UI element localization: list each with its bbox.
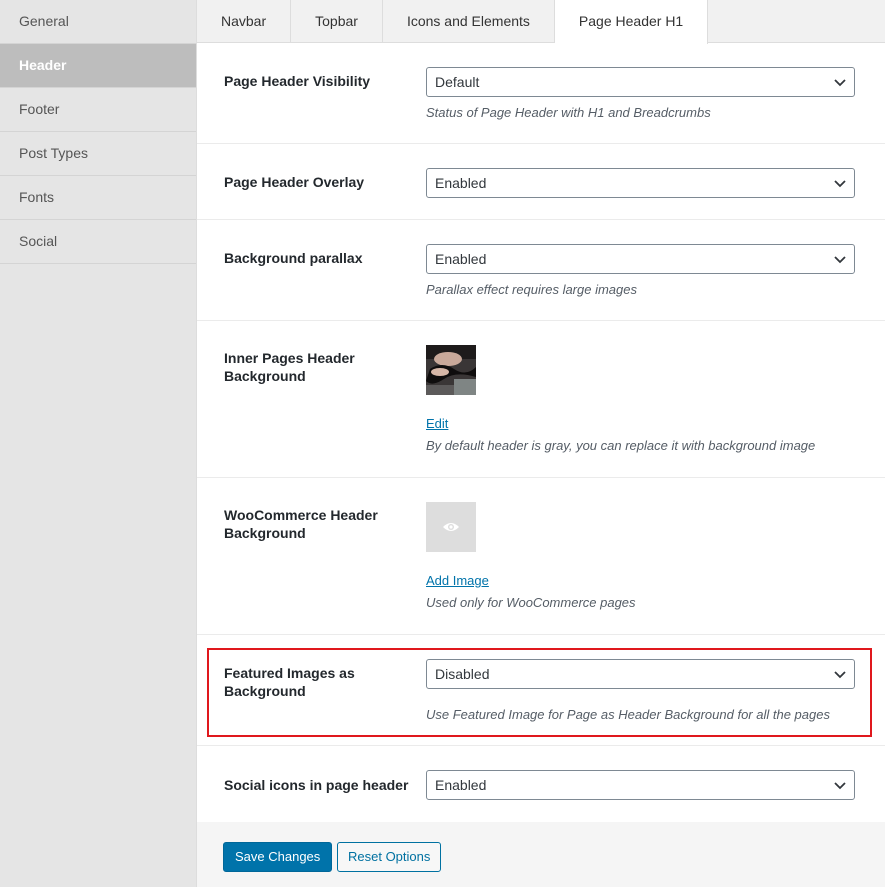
setting-description: Used only for WooCommerce pages [426, 595, 636, 610]
setting-field: Default Status of Page Header with H1 an… [426, 67, 855, 122]
setting-row-inner-bg: Inner Pages Header Background Edit By de… [197, 321, 885, 478]
chevron-down-icon [834, 79, 846, 87]
chevron-down-icon [834, 782, 846, 790]
setting-label: Inner Pages Header Background [224, 350, 355, 384]
setting-row-social-icons: Social icons in page header Enabled [197, 746, 885, 822]
tab-icons-and-elements[interactable]: Icons and Elements [383, 0, 555, 43]
social-icons-select[interactable]: Enabled [426, 770, 855, 800]
setting-field: Add Image Used only for WooCommerce page… [426, 502, 855, 612]
tab-bar: Navbar Topbar Icons and Elements Page He… [197, 0, 885, 44]
setting-label: Background parallax [224, 250, 363, 266]
setting-row-woo-bg: WooCommerce Header Background Add Image … [197, 478, 885, 635]
sidebar-item-post-types[interactable]: Post Types [0, 132, 196, 176]
chevron-down-icon [834, 671, 846, 679]
setting-label: Page Header Overlay [224, 174, 365, 190]
add-image-link[interactable]: Add Image [426, 573, 489, 588]
overlay-select[interactable]: Enabled [426, 168, 855, 198]
select-value: Enabled [435, 251, 487, 267]
options-panel: General Header Footer Post Types Fonts S… [0, 0, 885, 887]
setting-row-parallax: Background parallax Enabled Parallax eff… [197, 220, 885, 321]
save-changes-button[interactable]: Save Changes [223, 842, 333, 872]
edit-link-wrap: Edit [426, 415, 855, 431]
setting-field: Edit By default header is gray, you can … [426, 345, 855, 455]
featured-images-select[interactable]: Disabled [426, 659, 855, 689]
sidebar-item-general[interactable]: General [0, 0, 196, 44]
setting-row-overlay: Page Header Overlay Enabled [197, 144, 885, 220]
edit-image-link[interactable]: Edit [426, 416, 448, 431]
sidebar: General Header Footer Post Types Fonts S… [0, 0, 197, 887]
sidebar-item-fonts[interactable]: Fonts [0, 176, 196, 220]
setting-row-featured: Featured Images as Background Disabled U… [197, 635, 885, 746]
reset-options-button[interactable]: Reset Options [337, 842, 442, 872]
tab-navbar[interactable]: Navbar [197, 0, 292, 43]
setting-field: Enabled [426, 770, 855, 800]
main-content: Navbar Topbar Icons and Elements Page He… [197, 0, 885, 887]
setting-label: Page Header Visibility [224, 73, 371, 89]
image-placeholder[interactable] [426, 502, 476, 552]
setting-description: Parallax effect requires large images [426, 282, 637, 297]
form-actions: Save Changes Reset Options [197, 822, 885, 887]
setting-label: Social icons in page header [224, 777, 409, 793]
tab-topbar[interactable]: Topbar [291, 0, 383, 43]
setting-label: Featured Images as Background [224, 665, 355, 699]
select-value: Default [435, 74, 480, 90]
setting-field: Enabled Parallax effect requires large i… [426, 244, 855, 299]
chevron-down-icon [834, 180, 846, 188]
visibility-select[interactable]: Default [426, 67, 855, 97]
setting-label: WooCommerce Header Background [224, 507, 378, 541]
tab-page-header-h1[interactable]: Page Header H1 [554, 0, 709, 44]
chevron-down-icon [834, 256, 846, 264]
sidebar-item-social[interactable]: Social [0, 220, 196, 264]
setting-description: Use Featured Image for Page as Header Ba… [426, 707, 830, 722]
setting-description: Status of Page Header with H1 and Breadc… [426, 105, 711, 120]
add-image-link-wrap: Add Image [426, 572, 855, 588]
setting-description: By default header is gray, you can repla… [426, 438, 816, 453]
select-value: Enabled [435, 777, 487, 793]
setting-field: Enabled [426, 168, 855, 198]
parallax-select[interactable]: Enabled [426, 244, 855, 274]
header-background-thumbnail[interactable] [426, 345, 476, 395]
setting-row-visibility: Page Header Visibility Default Status of… [197, 44, 885, 144]
sidebar-item-header[interactable]: Header [0, 44, 196, 88]
sidebar-item-footer[interactable]: Footer [0, 88, 196, 132]
setting-field: Disabled Use Featured Image for Page as … [426, 659, 855, 724]
select-value: Disabled [435, 666, 490, 682]
select-value: Enabled [435, 175, 487, 191]
